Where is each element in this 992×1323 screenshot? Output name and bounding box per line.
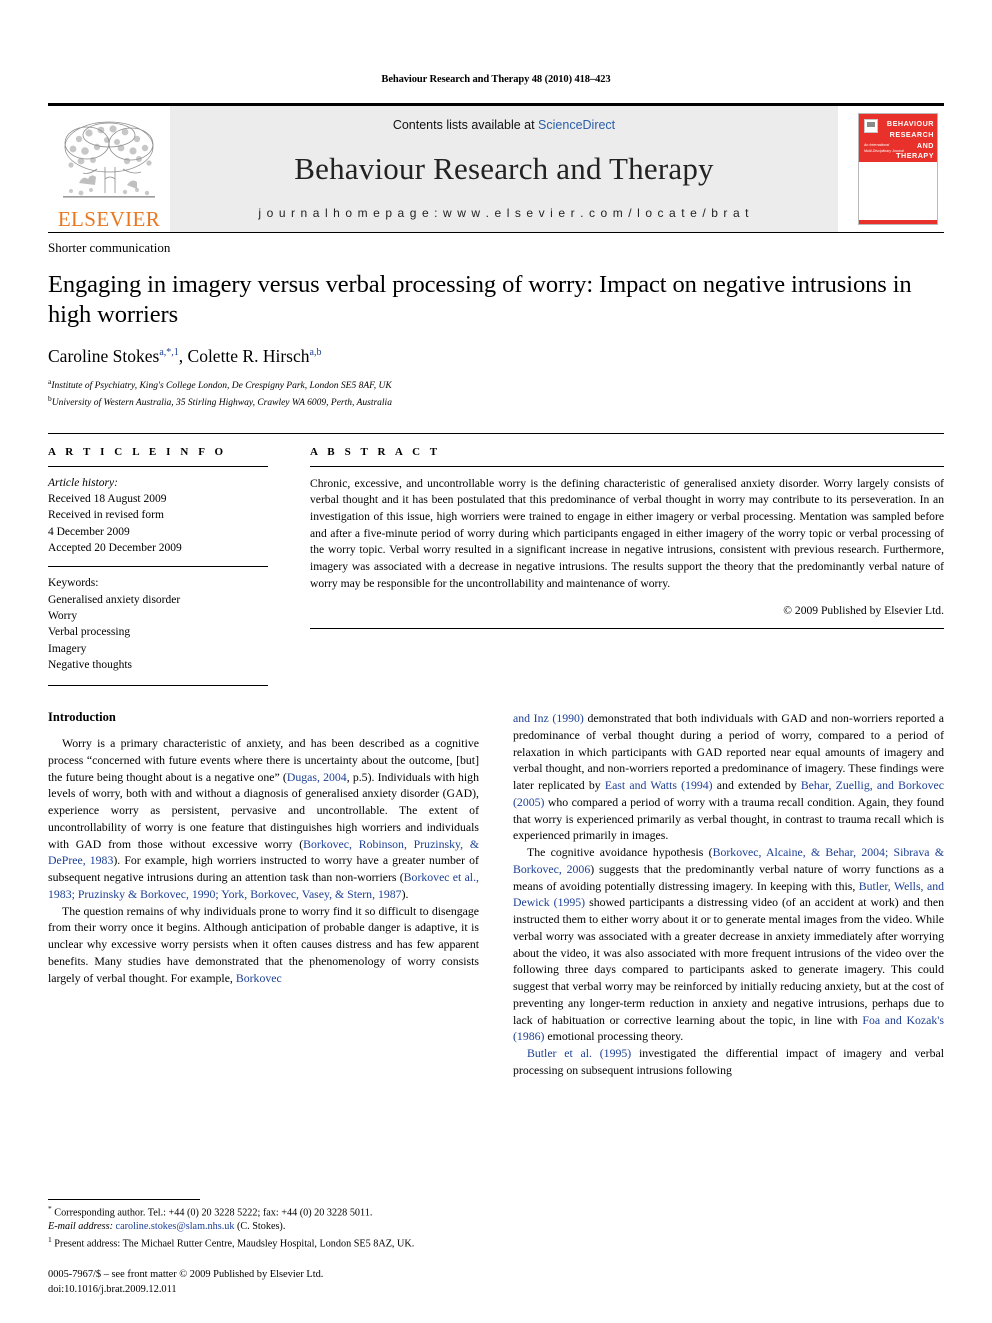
article-history-item: 4 December 2009 xyxy=(48,525,130,538)
citation-link[interactable]: and Inz (1990) xyxy=(513,711,584,725)
contents-available-line: Contents lists available at ScienceDirec… xyxy=(393,118,615,132)
email-suffix: (C. Stokes). xyxy=(234,1221,286,1233)
keywords-label: Keywords: xyxy=(48,577,99,590)
footnotes: * Corresponding author. Tel.: +44 (0) 20… xyxy=(48,1198,466,1251)
author-2-affiliation-marker: a,b xyxy=(309,346,322,358)
keyword-item: Imagery xyxy=(48,642,87,655)
elsevier-logo: ELSEVIER xyxy=(48,106,170,232)
affiliation-a: aInstitute of Psychiatry, King's College… xyxy=(48,377,944,394)
affiliation-a-text: Institute of Psychiatry, King's College … xyxy=(51,380,392,391)
keyword-item: Negative thoughts xyxy=(48,658,132,671)
abstract-text: Chronic, excessive, and uncontrollable w… xyxy=(310,476,944,590)
body-text: emotional processing theory. xyxy=(544,1029,684,1044)
cover-bottom-bar xyxy=(859,220,937,224)
abstract-bottom-rule xyxy=(310,628,944,630)
cover-subtitle: An International Multi-Disciplinary Jour… xyxy=(864,142,904,154)
contents-prefix: Contents lists available at xyxy=(392,118,539,132)
affiliation-b: bUniversity of Western Australia, 35 Sti… xyxy=(48,394,944,411)
section-heading-introduction: Introduction xyxy=(48,710,116,725)
author-1-affiliation-marker: a,*,1 xyxy=(159,346,179,358)
journal-article-page: Behaviour Research and Therapy 48 (2010)… xyxy=(0,0,992,1323)
keywords-bottom-rule xyxy=(48,685,268,687)
article-history-item: Received in revised form xyxy=(48,509,164,522)
keyword-item: Generalised anxiety disorder xyxy=(48,593,181,606)
body-paragraph: and Inz (1990) demonstrated that both in… xyxy=(513,710,944,844)
footnote-corresponding-author: * Corresponding author. Tel.: +44 (0) 20… xyxy=(48,1204,466,1220)
elsevier-wordmark: ELSEVIER xyxy=(57,207,161,231)
issn-front-matter: 0005-7967/$ – see front matter © 2009 Pu… xyxy=(48,1268,324,1280)
running-head: Behaviour Research and Therapy 48 (2010)… xyxy=(381,74,611,85)
footnote-corresponding-text: Corresponding author. Tel.: +44 (0) 20 3… xyxy=(51,1207,373,1219)
journal-homepage-link[interactable]: j o u r n a l h o m e p a g e : w w w . … xyxy=(258,206,749,220)
author-separator: , xyxy=(178,345,188,366)
elsevier-tree-icon xyxy=(63,121,155,198)
affiliations: aInstitute of Psychiatry, King's College… xyxy=(48,377,944,411)
journal-cover-thumbnail[interactable]: BEHAVIOUR RESEARCH AND THERAPY An Intern… xyxy=(852,106,944,232)
article-info-heading: A R T I C L E I N F O xyxy=(48,445,227,458)
citation-link[interactable]: Butler et al. (1995) xyxy=(527,1046,631,1060)
body-paragraph: Butler et al. (1995) investigated the di… xyxy=(513,1045,944,1079)
footnote-rule xyxy=(48,1198,200,1200)
keyword-item: Worry xyxy=(48,609,78,622)
page-title: Engaging in imagery versus verbal proces… xyxy=(48,271,912,328)
affiliation-b-text: University of Western Australia, 35 Stir… xyxy=(51,397,392,408)
keyword-item: Verbal processing xyxy=(48,626,131,639)
article-info-column: A R T I C L E I N F O Article history: R… xyxy=(48,434,290,687)
abstract-copyright: © 2009 Published by Elsevier Ltd. xyxy=(783,604,944,618)
citation-link[interactable]: Borkovec xyxy=(236,971,282,985)
body-paragraph: Worry is a primary characteristic of anx… xyxy=(48,735,479,903)
body-column-right: and Inz (1990) demonstrated that both in… xyxy=(513,710,944,1079)
cover-inner: BEHAVIOUR RESEARCH AND THERAPY An Intern… xyxy=(858,113,938,225)
body-paragraph: The cognitive avoidance hypothesis (Bork… xyxy=(513,844,944,1045)
doi-line[interactable]: doi:10.1016/j.brat.2009.12.011 xyxy=(48,1282,323,1297)
article-category: Shorter communication xyxy=(48,240,171,255)
footnote-present-address: 1 Present address: The Michael Rutter Ce… xyxy=(48,1235,466,1251)
body-text: who compared a period of worry with a tr… xyxy=(513,794,944,843)
body-text: The cognitive avoidance hypothesis ( xyxy=(527,845,713,860)
citation-link[interactable]: East and Watts (1994) xyxy=(605,778,713,792)
cover-title-line1: BEHAVIOUR xyxy=(886,119,934,128)
sciencedirect-link[interactable]: ScienceDirect xyxy=(538,118,615,132)
article-history-item: Accepted 20 December 2009 xyxy=(48,541,182,554)
journal-title: Behaviour Research and Therapy xyxy=(294,151,714,186)
body-text: ). xyxy=(401,886,409,901)
article-history-item: Received 18 August 2009 xyxy=(48,492,167,505)
body-paragraph: The question remains of why individuals … xyxy=(48,903,479,987)
abstract-column: A B S T R A C T Chronic, excessive, and … xyxy=(290,434,944,687)
cover-subtitle-line2: Multi-Disciplinary Journal xyxy=(864,149,904,154)
cover-title: BEHAVIOUR RESEARCH AND THERAPY xyxy=(881,119,934,162)
body-column-left: Introduction Worry is a primary characte… xyxy=(48,710,479,1079)
author-list: Caroline Stokesa,*,1, Colette R. Hirscha… xyxy=(48,346,944,367)
author-1-name[interactable]: Caroline Stokes xyxy=(48,346,159,366)
abstract-heading: A B S T R A C T xyxy=(310,445,441,458)
cover-elsevier-mark-icon xyxy=(864,119,878,133)
body-text: showed participants a distressing video … xyxy=(513,895,945,1027)
citation-link[interactable]: Dugas, 2004 xyxy=(287,770,347,784)
footnote-present-address-text: Present address: The Michael Rutter Cent… xyxy=(51,1237,415,1249)
article-history: Article history: Received 18 August 2009… xyxy=(48,467,268,567)
journal-banner: ELSEVIER Contents lists available at Sci… xyxy=(48,103,944,232)
article-history-label: Article history: xyxy=(48,476,118,489)
email-label: E-mail address: xyxy=(48,1221,113,1233)
body-text: and extended by xyxy=(712,778,801,793)
keywords: Keywords: Generalised anxiety disorder W… xyxy=(48,567,268,685)
author-2-name[interactable]: Colette R. Hirsch xyxy=(188,346,310,366)
imprint-block: 0005-7967/$ – see front matter © 2009 Pu… xyxy=(48,1267,323,1297)
body-columns: Introduction Worry is a primary characte… xyxy=(48,710,944,1079)
info-abstract-block: A R T I C L E I N F O Article history: R… xyxy=(48,432,944,687)
banner-center: Contents lists available at ScienceDirec… xyxy=(170,106,838,232)
email-link[interactable]: caroline.stokes@slam.nhs.uk xyxy=(116,1221,235,1232)
footnote-email: E-mail address: caroline.stokes@slam.nhs… xyxy=(48,1220,466,1234)
